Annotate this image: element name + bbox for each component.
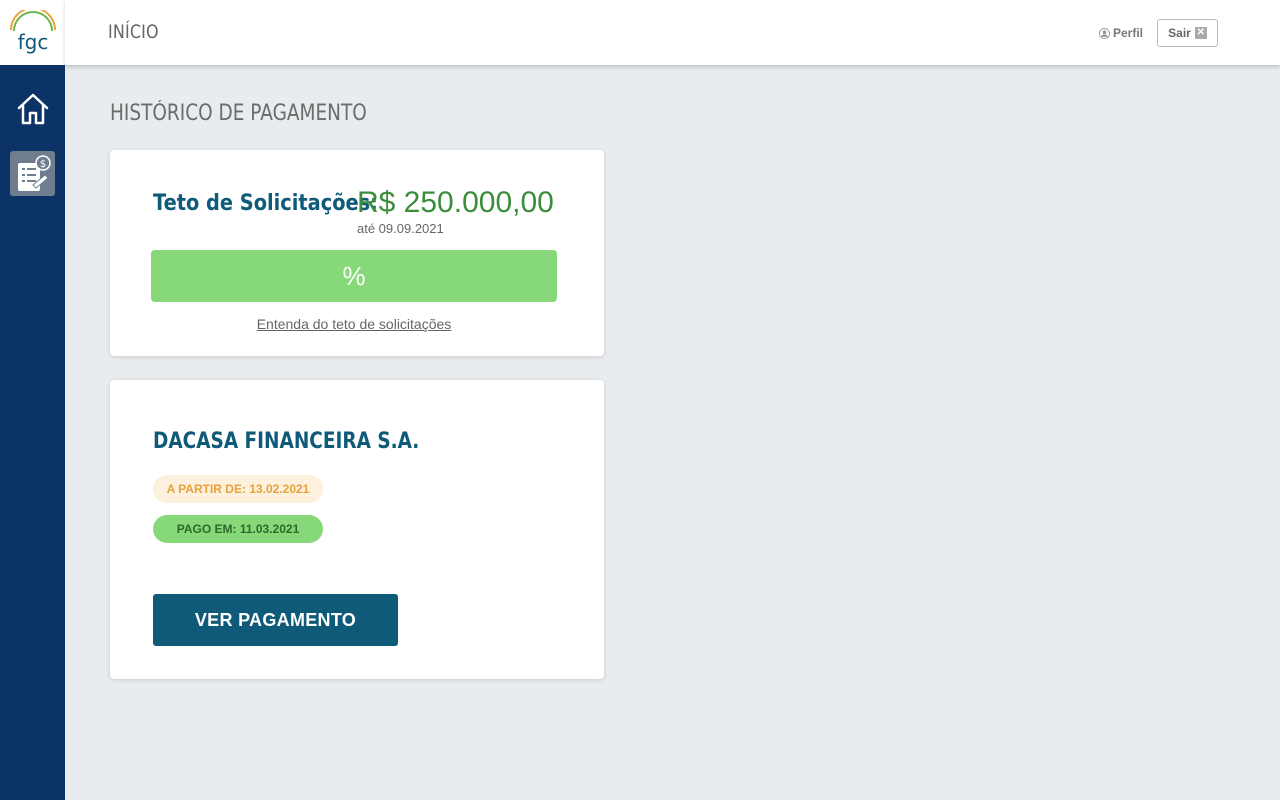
page-title: HISTÓRICO DE PAGAMENTO xyxy=(110,101,367,126)
perfil-link[interactable]: Perfil xyxy=(1099,26,1143,40)
ver-pagamento-button[interactable]: VER PAGAMENTO xyxy=(153,594,398,646)
sidebar: fgc $ xyxy=(0,0,65,800)
teto-label: Teto de Solicitações: xyxy=(153,191,378,216)
teto-value: R$ 250.000,00 xyxy=(357,186,554,219)
sair-button[interactable]: Sair ✕ xyxy=(1157,19,1218,47)
company-name: DACASA FINANCEIRA S.A. xyxy=(153,429,420,454)
svg-text:$: $ xyxy=(39,159,45,170)
teto-date: até 09.09.2021 xyxy=(357,221,444,236)
sidebar-item-home[interactable] xyxy=(12,86,54,130)
perfil-label: Perfil xyxy=(1113,26,1144,40)
payment-document-icon: $ xyxy=(17,154,51,191)
progress-text: % xyxy=(342,260,366,291)
payment-card: DACASA FINANCEIRA S.A. A PARTIR DE: 13.0… xyxy=(110,380,604,679)
sair-label: Sair xyxy=(1168,26,1191,40)
close-icon: ✕ xyxy=(1194,27,1207,39)
pago-badge: PAGO EM: 11.03.2021 xyxy=(153,515,323,543)
home-icon xyxy=(17,93,49,125)
user-icon xyxy=(1099,27,1110,39)
teto-progress-bar: % xyxy=(151,250,557,302)
teto-card: Teto de Solicitações: R$ 250.000,00 até … xyxy=(110,150,604,356)
logo-arc-icon: fgc xyxy=(9,9,56,54)
logo-text: fgc xyxy=(17,30,48,54)
partir-badge: A PARTIR DE: 13.02.2021 xyxy=(153,475,323,503)
sidebar-item-payments[interactable]: $ xyxy=(10,151,55,196)
header-title: INÍCIO xyxy=(108,21,159,43)
fgc-logo[interactable]: fgc xyxy=(0,0,65,65)
top-header: INÍCIO Perfil Sair ✕ xyxy=(65,0,1280,65)
teto-info-link[interactable]: Entenda do teto de solicitações xyxy=(110,316,598,332)
